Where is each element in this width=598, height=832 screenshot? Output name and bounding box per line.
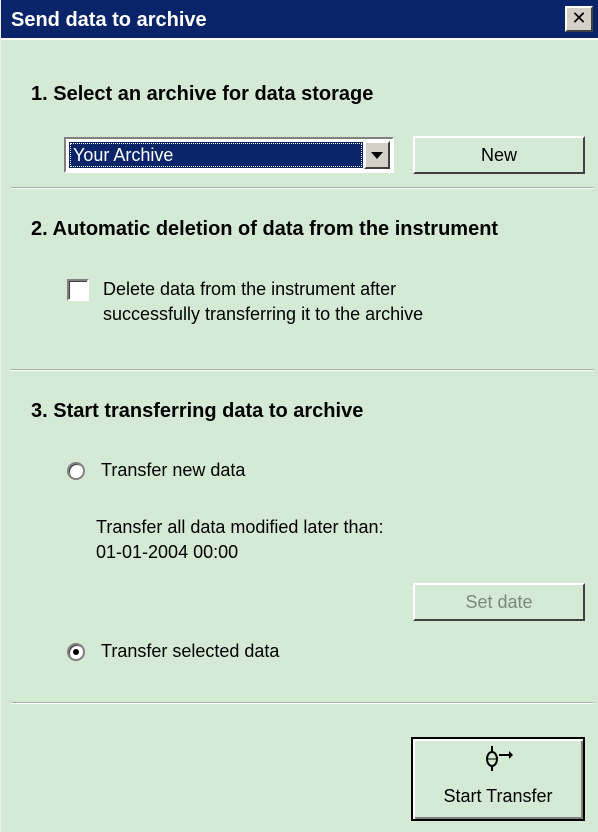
separator-2 <box>11 369 593 371</box>
close-icon: ✕ <box>571 8 587 29</box>
send-data-dialog: Send data to archive ✕ 1. Select an arch… <box>0 0 598 832</box>
section-2-heading: 2. Automatic deletion of data from the i… <box>31 218 499 240</box>
section-1-heading: 1. Select an archive for data storage <box>31 83 374 105</box>
transfer-arrow-icon <box>486 746 513 771</box>
archive-select-value: Your Archive <box>69 142 363 168</box>
chevron-down-icon <box>371 152 383 159</box>
new-archive-button[interactable]: New <box>413 136 585 174</box>
separator-3 <box>11 702 593 704</box>
separator-1 <box>11 187 593 189</box>
close-button[interactable]: ✕ <box>565 6 593 32</box>
transfer-selected-data-label[interactable]: Transfer selected data <box>101 639 279 664</box>
radio-selected-dot <box>73 649 79 655</box>
transfer-new-data-radio[interactable] <box>67 462 85 480</box>
delete-data-checkbox[interactable] <box>67 279 89 301</box>
window-title: Send data to archive <box>11 9 207 31</box>
section-3-heading: 3. Start transferring data to archive <box>31 400 364 422</box>
archive-select[interactable]: Your Archive <box>64 137 394 173</box>
start-transfer-label: Start Transfer <box>443 786 553 806</box>
transfer-selected-data-radio[interactable] <box>67 643 85 661</box>
set-date-button[interactable]: Set date <box>413 583 585 621</box>
delete-data-label-line1[interactable]: Delete data from the instrument after <box>103 277 396 302</box>
title-bar: Send data to archive ✕ <box>1 0 598 40</box>
transfer-modified-info: Transfer all data modified later than: <box>96 517 384 537</box>
transfer-date-value: 01-01-2004 00:00 <box>96 542 239 562</box>
delete-data-label-line2[interactable]: successfully transferring it to the arch… <box>103 302 423 327</box>
transfer-new-data-label[interactable]: Transfer new data <box>101 458 245 483</box>
archive-select-dropdown-button[interactable] <box>364 141 390 169</box>
start-transfer-button[interactable]: Start Transfer <box>411 737 585 821</box>
